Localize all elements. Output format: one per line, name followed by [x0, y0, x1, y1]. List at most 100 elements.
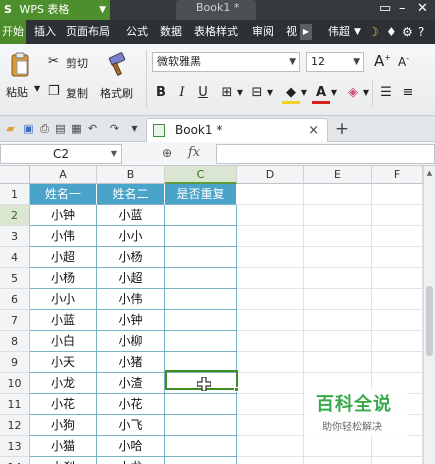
cell-a14[interactable]: 小刹 — [30, 457, 97, 464]
cell-c8[interactable] — [165, 331, 237, 352]
cell-e2[interactable] — [304, 205, 372, 226]
cell-b1[interactable]: 姓名二 — [97, 184, 165, 205]
menu-item-home[interactable]: 开始 — [0, 20, 26, 44]
cell-a4[interactable]: 小超 — [30, 247, 97, 268]
cell-d3[interactable] — [237, 226, 304, 247]
clear-format-icon[interactable]: ◈ — [344, 84, 362, 102]
cell-b4[interactable]: 小杨 — [97, 247, 165, 268]
row-header[interactable]: 12 — [0, 415, 30, 436]
cell-c11[interactable] — [165, 394, 237, 415]
row-header[interactable]: 4 — [0, 247, 30, 268]
chevron-down-icon[interactable]: ▼ — [236, 84, 244, 102]
close-tab-icon[interactable]: × — [308, 119, 319, 142]
cell-d11[interactable] — [237, 394, 304, 415]
print-icon[interactable]: ⎙ — [38, 122, 51, 135]
cell-a9[interactable]: 小天 — [30, 352, 97, 373]
format-painter-button[interactable]: 格式刷 — [100, 85, 133, 101]
cell-e6[interactable] — [304, 289, 372, 310]
cell-d9[interactable] — [237, 352, 304, 373]
cell-b9[interactable]: 小猪 — [97, 352, 165, 373]
close-icon[interactable]: ✕ — [417, 0, 428, 18]
cell-b14[interactable]: 小龙 — [97, 457, 165, 464]
cell-f5[interactable] — [372, 268, 423, 289]
menu-item-page-layout[interactable]: 页面布局 — [66, 20, 110, 44]
cell-a5[interactable]: 小杨 — [30, 268, 97, 289]
cell-f7[interactable] — [372, 310, 423, 331]
merge-cells-icon[interactable]: ⊟ — [248, 84, 266, 102]
cell-a2[interactable]: 小钟 — [30, 205, 97, 226]
chevron-down-icon[interactable]: ▼ — [300, 84, 308, 102]
cell-e13[interactable] — [304, 436, 372, 457]
scroll-up-icon[interactable]: ▲ — [424, 166, 435, 180]
zoom-formula-icon[interactable]: ⊕ — [162, 146, 172, 160]
cell-f2[interactable] — [372, 205, 423, 226]
formula-input[interactable] — [216, 144, 435, 164]
format-painter-icon[interactable] — [106, 52, 128, 78]
cell-c1[interactable]: 是否重复 — [165, 184, 237, 205]
cell-b3[interactable]: 小小 — [97, 226, 165, 247]
cell-c9[interactable] — [165, 352, 237, 373]
cut-button[interactable]: 剪切 — [66, 55, 88, 71]
underline-button[interactable]: U — [196, 84, 210, 102]
open-folder-icon[interactable]: ▰ — [4, 122, 17, 135]
settings-icon[interactable]: ⚙ — [402, 20, 413, 44]
cell-f3[interactable] — [372, 226, 423, 247]
select-all-corner[interactable] — [0, 166, 30, 184]
cell-c6[interactable] — [165, 289, 237, 310]
menu-more-icon[interactable]: ▶ — [300, 24, 312, 40]
cell-c4[interactable] — [165, 247, 237, 268]
cell-a8[interactable]: 小白 — [30, 331, 97, 352]
column-header-b[interactable]: B — [97, 166, 165, 184]
print-preview-icon[interactable]: ▤ — [54, 122, 67, 135]
cell-b8[interactable]: 小柳 — [97, 331, 165, 352]
cell-b7[interactable]: 小钟 — [97, 310, 165, 331]
cell-a3[interactable]: 小伟 — [30, 226, 97, 247]
new-tab-button[interactable]: + — [332, 118, 352, 140]
bold-button[interactable]: B — [154, 84, 168, 102]
row-header[interactable]: 8 — [0, 331, 30, 352]
cell-e7[interactable] — [304, 310, 372, 331]
cell-f8[interactable] — [372, 331, 423, 352]
copy-icon[interactable]: ❐ — [48, 84, 60, 99]
column-header-c[interactable]: C — [165, 166, 237, 184]
cell-c3[interactable] — [165, 226, 237, 247]
cell-f4[interactable] — [372, 247, 423, 268]
cell-e9[interactable] — [304, 352, 372, 373]
cell-b5[interactable]: 小超 — [97, 268, 165, 289]
row-header[interactable]: 3 — [0, 226, 30, 247]
cell-c13[interactable] — [165, 436, 237, 457]
cell-d7[interactable] — [237, 310, 304, 331]
font-name-select[interactable]: 微软雅黑 ▼ — [152, 52, 300, 72]
font-color-icon[interactable]: A — [312, 84, 330, 104]
cell-d6[interactable] — [237, 289, 304, 310]
cell-b10[interactable]: 小渣 — [97, 373, 165, 394]
chevron-down-icon[interactable]: ▼ — [266, 84, 274, 102]
cell-d10[interactable] — [237, 373, 304, 394]
column-header-d[interactable]: D — [237, 166, 304, 184]
row-header[interactable]: 14 — [0, 457, 30, 464]
row-header[interactable]: 9 — [0, 352, 30, 373]
menu-item-formulas[interactable]: 公式 — [126, 20, 148, 44]
cell-e3[interactable] — [304, 226, 372, 247]
cell-a11[interactable]: 小花 — [30, 394, 97, 415]
minimize-icon[interactable]: – — [399, 0, 406, 18]
cell-d5[interactable] — [237, 268, 304, 289]
help-icon[interactable]: ? — [418, 20, 424, 44]
row-header[interactable]: 11 — [0, 394, 30, 415]
cell-a6[interactable]: 小小 — [30, 289, 97, 310]
cell-d14[interactable] — [237, 457, 304, 464]
cell-f14[interactable] — [372, 457, 423, 464]
tab-book1[interactable]: Book1 * × — [146, 118, 328, 142]
cell-e1[interactable] — [304, 184, 372, 205]
chevron-down-icon[interactable]: ▼ — [362, 84, 370, 102]
cell-b2[interactable]: 小蓝 — [97, 205, 165, 226]
column-header-e[interactable]: E — [304, 166, 372, 184]
cell-d13[interactable] — [237, 436, 304, 457]
column-header-f[interactable]: F — [372, 166, 423, 184]
column-header-a[interactable]: A — [30, 166, 97, 184]
cell-c14[interactable] — [165, 457, 237, 464]
paste-button[interactable]: 粘贴 — [6, 84, 28, 100]
copy-button[interactable]: 复制 — [66, 85, 88, 101]
cell-b13[interactable]: 小哈 — [97, 436, 165, 457]
name-box[interactable]: C2 ▼ — [0, 144, 122, 164]
